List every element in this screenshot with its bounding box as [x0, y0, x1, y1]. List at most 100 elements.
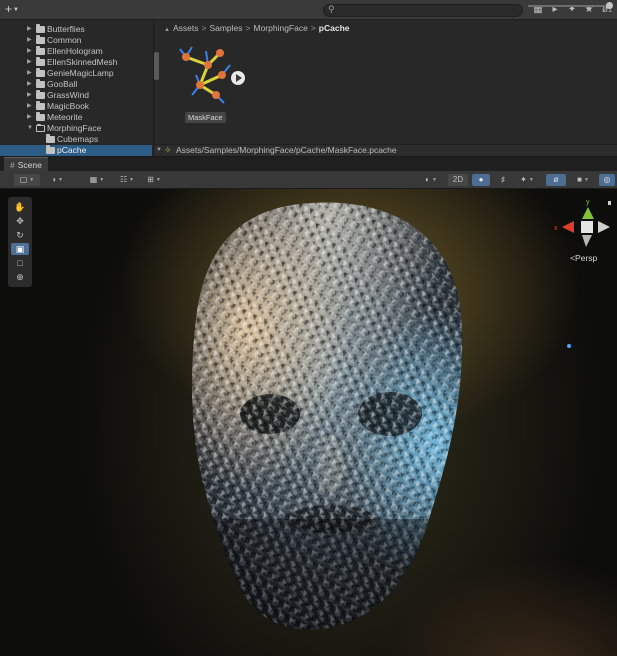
transform-tool-button[interactable]: ⊕ [11, 271, 29, 283]
folder-icon [46, 134, 55, 143]
chevron-up-icon[interactable]: ▲ [164, 27, 170, 33]
effects-dropdown[interactable]: ✦ ▼ [514, 174, 540, 186]
rotate-icon: ↻ [16, 230, 24, 240]
folder-tree: ▶ Butterflies ▶ Common ▶ EllenHologram ▶… [0, 21, 154, 156]
asset-name-label: MaskFace [185, 112, 226, 123]
breadcrumb-current[interactable]: pCache [319, 23, 350, 33]
pcache-asset-icon [179, 46, 245, 104]
expand-arrow-icon[interactable]: ▶ [27, 46, 32, 57]
move-icon: ✥ [16, 216, 24, 226]
folder-icon [36, 57, 45, 66]
chevron-down-icon: ▼ [29, 177, 35, 183]
camera-settings-dropdown[interactable]: ■ ▼ [570, 174, 596, 186]
expand-arrow-icon[interactable]: ▶ [27, 57, 32, 68]
scene-tools-panel: ✋ ✥ ↻ ▣ □ ⊕ [8, 197, 32, 287]
tree-item-magicbook[interactable]: ▶ MagicBook [0, 101, 152, 112]
camera-mode-dropdown[interactable]: ◐ ▼ [418, 174, 444, 186]
expand-arrow-icon[interactable]: ▶ [27, 101, 32, 112]
collapse-arrow-icon[interactable]: ▼ [27, 123, 33, 134]
tree-item-butterflies[interactable]: ▶ Butterflies [0, 24, 152, 35]
move-tool-button[interactable]: ✥ [11, 215, 29, 227]
chevron-down-icon: ▼ [13, 7, 19, 13]
tree-item-cubemaps[interactable]: Cubemaps [0, 134, 152, 145]
hand-icon: ✋ [14, 202, 26, 212]
tree-item-pcache[interactable]: pCache [0, 145, 152, 156]
align-dropdown[interactable]: ⊞ ▼ [142, 174, 166, 186]
breadcrumb-item[interactable]: Assets [173, 23, 199, 33]
asset-tile-maskface[interactable]: MaskFace [172, 45, 252, 125]
increment-snap-dropdown[interactable]: ☷ ▼ [114, 174, 140, 186]
expand-arrow-icon[interactable]: ▶ [27, 112, 32, 123]
tree-item-gooball[interactable]: ▶ GooBall [0, 79, 152, 90]
globe-icon: ◎ [603, 175, 611, 184]
breadcrumb-separator: > [245, 23, 251, 33]
grid-snap-dropdown[interactable]: ▦ ▼ [84, 174, 110, 186]
tree-item-meteorite[interactable]: ▶ Meteorite [0, 112, 152, 123]
gizmo-y-label: y [586, 199, 590, 206]
expand-arrow-icon[interactable]: ▶ [27, 79, 32, 90]
folder-icon [46, 145, 55, 154]
tree-item-ellenhologram[interactable]: ▶ EllenHologram [0, 46, 152, 57]
scene-viewport[interactable]: ✋ ✥ ↻ ▣ □ ⊕ y x <Persp [0, 189, 617, 656]
tree-item-label: GooBall [47, 79, 78, 89]
scale-icon: ▣ [15, 244, 25, 254]
toggle-2d-label: 2D [452, 175, 464, 184]
globe-icon: ◑ [51, 175, 56, 184]
project-toolbar: +▼ ⚲ ▦ ▸ ✦ ★ ø1 [0, 0, 617, 20]
breadcrumb-separator: > [201, 23, 207, 33]
folder-icon [36, 46, 45, 55]
chevron-down-icon: ▼ [99, 177, 105, 183]
shading-icon: ▢ [19, 175, 28, 184]
light-gizmo-icon[interactable] [566, 343, 572, 349]
tree-item-ellenskinnedmesh[interactable]: ▶ EllenSkinnedMesh [0, 57, 152, 68]
tree-item-label: Meteorite [47, 112, 83, 122]
effects-icon: ✦ [520, 175, 527, 184]
hand-tool-button[interactable]: ✋ [11, 201, 29, 213]
scale-tool-button[interactable]: ▣ [11, 243, 29, 255]
camera-mode-text: Persp [574, 253, 598, 263]
tree-item-morphingface[interactable]: ▼ MorphingFace [0, 123, 152, 134]
tree-item-label: EllenHologram [47, 46, 103, 56]
scene-icon: # [10, 160, 15, 170]
folder-icon [36, 112, 45, 121]
tab-scene[interactable]: # Scene [4, 157, 48, 171]
folder-icon [36, 101, 45, 110]
eye-off-icon: ø [553, 175, 559, 184]
audio-toggle[interactable]: ♯ [494, 174, 512, 186]
chevron-down-icon: ▼ [156, 147, 162, 153]
tree-item-label: EllenSkinnedMesh [47, 57, 118, 67]
expand-arrow-icon[interactable]: ▶ [27, 68, 32, 79]
speaker-icon: ♯ [501, 175, 505, 184]
hidden-objects-toggle[interactable]: ø [546, 174, 566, 186]
chevron-down-icon: ▼ [528, 177, 534, 183]
tab-label: Scene [17, 160, 42, 170]
breadcrumb-item[interactable]: MorphingFace [253, 23, 307, 33]
folder-tree-scrollbar[interactable] [154, 52, 159, 80]
add-asset-button[interactable]: +▼ [5, 3, 27, 17]
chevron-down-icon: ▼ [431, 177, 437, 183]
icon-size-slider-knob[interactable] [606, 2, 613, 9]
icon-size-slider[interactable] [528, 5, 606, 7]
pivot-dropdown[interactable]: ◑ ▼ [44, 174, 70, 186]
draw-mode-dropdown[interactable]: ▢ ▼ [14, 174, 40, 186]
camera-projection-label[interactable]: <Persp [570, 253, 597, 263]
folder-open-icon [36, 124, 45, 132]
gizmos-toggle[interactable]: ◎ [599, 174, 615, 186]
breadcrumb-separator: > [310, 23, 316, 33]
tree-item-common[interactable]: ▶ Common [0, 35, 152, 46]
chevron-down-icon: ▼ [583, 177, 589, 183]
expand-arrow-icon[interactable]: ▶ [27, 35, 32, 46]
expand-arrow-icon[interactable]: ▶ [27, 24, 32, 35]
breadcrumb-item[interactable]: Samples [209, 23, 242, 33]
expand-arrow-icon[interactable]: ▶ [27, 90, 32, 101]
toggle-2d-button[interactable]: 2D [448, 174, 468, 186]
tree-item-geniemagiclamp[interactable]: ▶ GenieMagicLamp [0, 68, 152, 79]
lighting-toggle[interactable]: ● [472, 174, 490, 186]
tree-item-label: Cubemaps [57, 134, 99, 144]
rotate-tool-button[interactable]: ↻ [11, 229, 29, 241]
rect-tool-button[interactable]: □ [11, 257, 29, 269]
tree-item-label: GenieMagicLamp [47, 68, 114, 78]
tree-item-grasswind[interactable]: ▶ GrassWind [0, 90, 152, 101]
snap-icon: ☷ [119, 175, 128, 184]
project-search-input[interactable]: ⚲ [323, 4, 523, 17]
